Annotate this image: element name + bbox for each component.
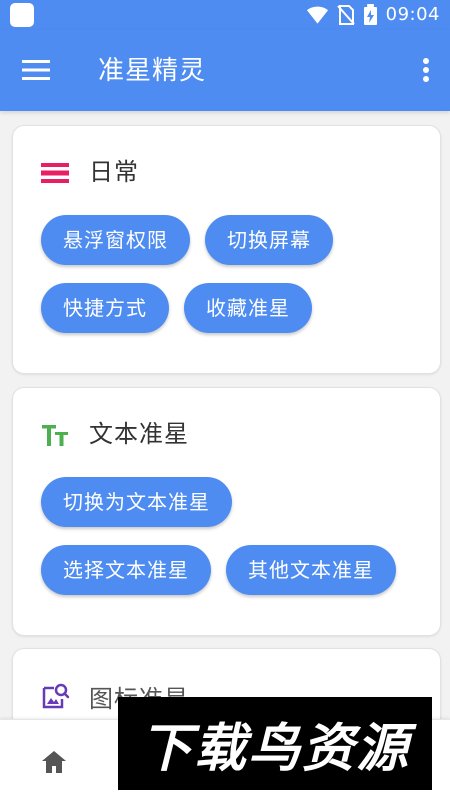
select-text-crosshair-button[interactable]: 选择文本准星 [41,545,211,595]
wifi-icon [306,6,328,24]
home-nav-button[interactable] [40,748,68,776]
favorite-crosshair-button[interactable]: 收藏准星 [184,283,312,333]
switch-to-text-crosshair-button[interactable]: 切换为文本准星 [41,477,232,527]
section-card-daily: 日常 悬浮窗权限 切换屏幕 快捷方式 收藏准星 [12,125,441,374]
more-options-button[interactable] [414,54,438,86]
switch-screen-button[interactable]: 切换屏幕 [205,215,333,265]
battery-charging-icon [363,4,377,25]
overlay-permission-button[interactable]: 悬浮窗权限 [41,215,190,265]
image-search-icon [42,683,70,709]
notification-icon [10,3,34,27]
app-title: 准星精灵 [98,56,207,86]
list-icon [41,163,69,183]
section-card-text-crosshair: 文本准星 切换为文本准星 选择文本准星 其他文本准星 [12,387,441,636]
status-bar: 09:04 [0,0,450,30]
more-vert-icon [423,58,429,82]
shortcut-button[interactable]: 快捷方式 [41,283,169,333]
section-title-daily: 日常 [89,158,139,186]
hamburger-menu-icon [22,60,50,80]
app-bar: 准星精灵 [0,30,450,111]
section-title-text-crosshair: 文本准星 [89,420,189,448]
no-sim-icon [336,5,355,25]
text-size-icon [42,425,68,446]
status-icons: 09:04 [306,0,440,30]
home-icon [42,751,66,773]
menu-button[interactable] [18,54,54,86]
other-text-crosshair-button[interactable]: 其他文本准星 [226,545,396,595]
status-time: 09:04 [385,4,440,25]
watermark-overlay: 下载鸟资源 [118,697,432,790]
